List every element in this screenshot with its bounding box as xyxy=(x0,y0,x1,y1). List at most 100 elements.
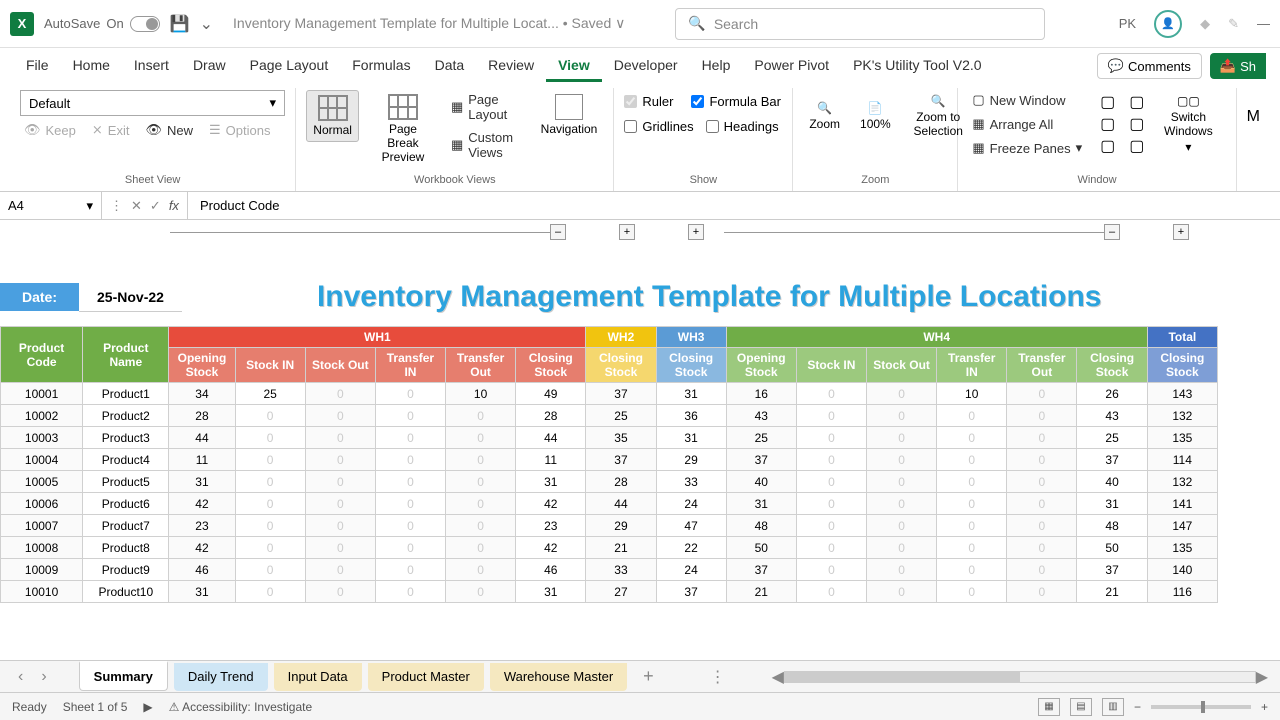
cell[interactable]: 31 xyxy=(169,581,235,603)
cell[interactable]: 10006 xyxy=(1,493,83,515)
cell[interactable]: 23 xyxy=(169,515,235,537)
cell[interactable]: 28 xyxy=(516,405,586,427)
cell[interactable]: 33 xyxy=(656,471,726,493)
cell[interactable]: 0 xyxy=(867,471,937,493)
page-layout-button[interactable]: ▦ Page Layout xyxy=(447,90,527,124)
cell[interactable]: 0 xyxy=(1007,405,1077,427)
cell[interactable]: 0 xyxy=(305,471,375,493)
ribbon-tab-help[interactable]: Help xyxy=(690,51,743,82)
menu-icon[interactable]: ⋮ xyxy=(110,198,123,214)
freeze-panes-button[interactable]: ▦ Freeze Panes ▾ xyxy=(968,138,1086,158)
cell[interactable]: 0 xyxy=(867,449,937,471)
table-row[interactable]: 10006Product642000042442431000031141 xyxy=(1,493,1218,515)
normal-view-button[interactable]: Normal xyxy=(306,90,359,142)
cell[interactable]: 10008 xyxy=(1,537,83,559)
cell[interactable]: 34 xyxy=(169,383,235,405)
cell[interactable]: 21 xyxy=(726,581,796,603)
cell[interactable]: 0 xyxy=(305,515,375,537)
sheet-view-dropdown[interactable]: Default▾ xyxy=(20,90,285,116)
col-sub[interactable]: Closing Stock xyxy=(656,348,726,383)
outline-collapse-button[interactable]: – xyxy=(550,224,566,240)
cell[interactable]: 0 xyxy=(1007,559,1077,581)
enter-icon[interactable]: ✓ xyxy=(150,198,161,214)
table-row[interactable]: 10005Product531000031283340000040132 xyxy=(1,471,1218,493)
ruler-checkbox[interactable]: Ruler xyxy=(624,94,673,109)
user-avatar[interactable]: 👤 xyxy=(1154,10,1182,38)
page-break-view-icon[interactable]: ▥ xyxy=(1102,698,1124,716)
cell[interactable]: 0 xyxy=(937,515,1007,537)
cell[interactable]: 26 xyxy=(1077,383,1147,405)
cell[interactable]: 37 xyxy=(586,383,656,405)
cell[interactable]: 35 xyxy=(586,427,656,449)
cell[interactable]: 31 xyxy=(516,581,586,603)
document-title[interactable]: Inventory Management Template for Multip… xyxy=(233,15,625,32)
col-sub[interactable]: Transfer IN xyxy=(375,348,445,383)
table-row[interactable]: 10004Product411000011372937000037114 xyxy=(1,449,1218,471)
cell[interactable]: 0 xyxy=(796,405,866,427)
col-sub[interactable]: Transfer IN xyxy=(937,348,1007,383)
ribbon-tab-file[interactable]: File xyxy=(14,51,61,82)
cell[interactable]: 0 xyxy=(446,471,516,493)
zoom-button[interactable]: 🔍Zoom xyxy=(803,97,846,135)
add-sheet-button[interactable]: + xyxy=(633,666,664,687)
outline-expand-button[interactable]: + xyxy=(1173,224,1189,240)
unhide-icon[interactable]: ▢ xyxy=(1100,136,1115,156)
ribbon-tab-page-layout[interactable]: Page Layout xyxy=(238,51,341,82)
new-window-button[interactable]: ▢ New Window xyxy=(968,90,1086,110)
cell[interactable]: 0 xyxy=(867,493,937,515)
cell[interactable]: 0 xyxy=(867,537,937,559)
cell[interactable]: 0 xyxy=(305,449,375,471)
cell[interactable]: 50 xyxy=(726,537,796,559)
cell[interactable]: Product8 xyxy=(83,537,169,559)
zoom-100-button[interactable]: 📄100% xyxy=(854,97,897,135)
cell[interactable]: 31 xyxy=(169,471,235,493)
reset-icon[interactable]: ▢ xyxy=(1129,114,1144,134)
cell[interactable]: 0 xyxy=(375,405,445,427)
cell[interactable]: 0 xyxy=(796,471,866,493)
ribbon-tab-formulas[interactable]: Formulas xyxy=(340,51,422,82)
name-box[interactable]: A4▾ xyxy=(0,192,102,219)
cell[interactable]: 0 xyxy=(1007,493,1077,515)
cell[interactable]: 36 xyxy=(656,405,726,427)
ribbon-tab-power-pivot[interactable]: Power Pivot xyxy=(742,51,841,82)
switch-windows-button[interactable]: ▢▢Switch Windows▾ xyxy=(1152,90,1224,158)
cell[interactable]: 0 xyxy=(235,405,305,427)
cell[interactable]: 10009 xyxy=(1,559,83,581)
cell[interactable]: 0 xyxy=(796,581,866,603)
cell[interactable]: 0 xyxy=(1007,449,1077,471)
cell[interactable]: 29 xyxy=(586,515,656,537)
cell[interactable]: 0 xyxy=(305,405,375,427)
cell[interactable]: 0 xyxy=(867,405,937,427)
table-row[interactable]: 10001Product134250010493731160010026143 xyxy=(1,383,1218,405)
cell[interactable]: 31 xyxy=(656,383,726,405)
cell[interactable]: 43 xyxy=(726,405,796,427)
cell[interactable]: 0 xyxy=(446,515,516,537)
cell[interactable]: 49 xyxy=(516,383,586,405)
cell[interactable]: Product3 xyxy=(83,427,169,449)
cell[interactable]: 0 xyxy=(937,449,1007,471)
cell[interactable]: 0 xyxy=(937,537,1007,559)
ribbon-tab-home[interactable]: Home xyxy=(61,51,122,82)
diamond-icon[interactable]: ◆ xyxy=(1200,16,1210,32)
col-product-name[interactable]: Product Name xyxy=(83,327,169,383)
cell[interactable]: 10 xyxy=(446,383,516,405)
cell[interactable]: 11 xyxy=(516,449,586,471)
cell[interactable]: 135 xyxy=(1147,427,1217,449)
cell[interactable]: 0 xyxy=(305,427,375,449)
cell[interactable]: 29 xyxy=(656,449,726,471)
cell[interactable]: 28 xyxy=(586,471,656,493)
comments-button[interactable]: 💬 Comments xyxy=(1097,53,1202,79)
zoom-in-button[interactable]: + xyxy=(1261,700,1268,714)
cell[interactable]: 37 xyxy=(726,449,796,471)
cell[interactable]: 25 xyxy=(235,383,305,405)
cell[interactable]: 0 xyxy=(235,581,305,603)
table-row[interactable]: 10003Product344000044353125000025135 xyxy=(1,427,1218,449)
headings-checkbox[interactable]: Headings xyxy=(706,119,779,134)
cell[interactable]: 0 xyxy=(796,515,866,537)
cell[interactable]: 0 xyxy=(446,405,516,427)
cell[interactable]: 0 xyxy=(796,383,866,405)
cell[interactable]: 31 xyxy=(516,471,586,493)
cell[interactable]: 0 xyxy=(446,537,516,559)
cell[interactable]: 141 xyxy=(1147,493,1217,515)
cell[interactable]: 0 xyxy=(305,581,375,603)
